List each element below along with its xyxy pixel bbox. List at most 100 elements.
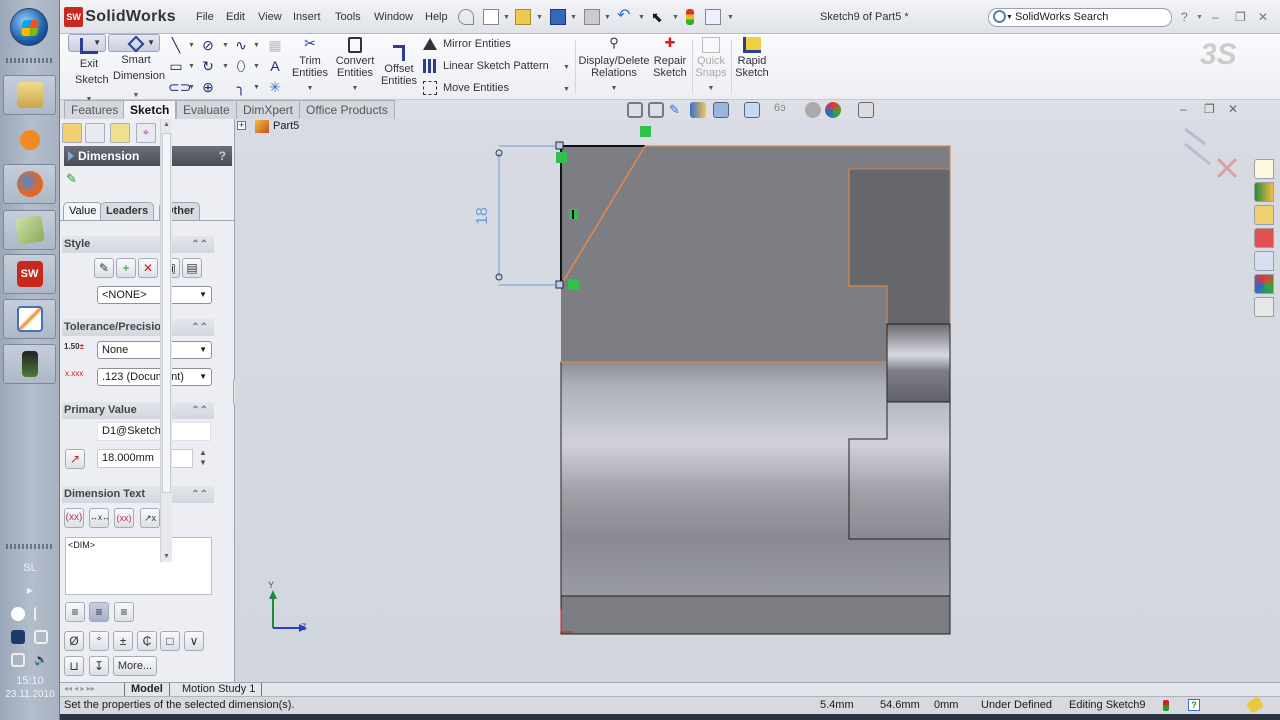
network-icon[interactable] — [11, 630, 25, 644]
offset-entities-button[interactable]: Offset Entities — [380, 34, 418, 98]
tolerance-section-header[interactable]: Tolerance/Precision ⌃⌃ — [62, 319, 214, 336]
polygon-tool-icon[interactable]: ⊕ — [200, 79, 216, 95]
pin-menu-icon[interactable] — [458, 9, 474, 25]
add-parentheses-icon[interactable]: (xx) — [64, 508, 84, 528]
scrollbar-thumb[interactable] — [162, 133, 171, 493]
help-button[interactable]: ? — [1181, 10, 1188, 24]
dimension-label[interactable]: 18 — [474, 207, 492, 225]
dimension-text-field[interactable]: <DIM> — [65, 537, 212, 595]
symbol-degree-button[interactable]: ° — [89, 631, 109, 651]
delete-style-icon[interactable]: ✕ — [138, 258, 158, 278]
symbol-depth-button[interactable]: ↧ — [89, 656, 109, 676]
dimension-name-field[interactable]: D1@Sketch9 — [97, 422, 211, 441]
options-icon[interactable] — [705, 9, 721, 25]
new-document-icon[interactable] — [483, 9, 499, 25]
quick-tips-icon[interactable]: ? — [1188, 699, 1200, 711]
zoom-to-area-icon[interactable] — [648, 102, 664, 118]
primary-value-section-header[interactable]: Primary Value ⌃⌃ — [62, 402, 214, 419]
view-orientation-icon[interactable] — [713, 102, 729, 118]
doc-minimize-button[interactable]: – — [1180, 102, 1187, 116]
trim-entities-button[interactable]: ✂ Trim Entities ▼ — [290, 34, 330, 98]
display-icon[interactable] — [11, 653, 25, 667]
task-pane-view-palette-tab[interactable] — [1254, 251, 1274, 271]
print-dropdown-icon[interactable]: ▼ — [604, 14, 611, 21]
tray-expand-icon[interactable]: ▶ — [0, 586, 60, 595]
task-pane-design-library-tab[interactable] — [1254, 205, 1274, 225]
tab-scroll-arrows[interactable]: ◂◂ ◂ ▸ ▸▸ — [64, 684, 95, 693]
point-tool-icon[interactable]: ✳ — [267, 79, 283, 95]
inspection-dimension-icon[interactable]: (xx) — [114, 508, 134, 528]
save-icon[interactable] — [550, 9, 566, 25]
panel-scrollbar[interactable]: ▲ ▼ — [160, 119, 172, 562]
minimize-button[interactable]: – — [1212, 10, 1219, 24]
taskbar-grip[interactable] — [6, 58, 54, 63]
volume-icon[interactable]: 🔊 — [34, 653, 48, 667]
sketch-grid-icon[interactable]: ▦ — [267, 37, 283, 53]
symbol-plus-minus-button[interactable]: ± — [113, 631, 133, 651]
reverse-direction-icon[interactable]: ↗ — [65, 449, 85, 469]
task-pane-custom-properties-tab[interactable] — [1254, 297, 1274, 317]
taskbar-app-notes[interactable] — [3, 210, 56, 250]
flag-icon[interactable] — [34, 607, 48, 621]
dimension-text-section-header[interactable]: Dimension Text ⌃⌃ — [62, 486, 214, 503]
symbol-centerline-button[interactable]: ₵ — [137, 631, 157, 651]
precision-select[interactable]: .123 (Document) — [97, 368, 212, 386]
options-dropdown-icon[interactable]: ▼ — [727, 14, 734, 21]
style-select[interactable]: <NONE> — [97, 286, 212, 304]
rebuild-status-icon[interactable] — [1163, 700, 1169, 711]
value-spinner[interactable]: ▲ ▼ — [199, 448, 207, 468]
panda-icon[interactable] — [11, 607, 25, 621]
clock-date[interactable]: 23.11.2010 — [0, 689, 60, 700]
align-left-button[interactable]: ≡ — [65, 602, 85, 622]
ok-checkmark-icon[interactable]: ✎ — [66, 171, 77, 187]
start-button[interactable] — [10, 8, 48, 46]
smart-dimension-button[interactable]: Smart Dimension ▼ — [108, 34, 165, 99]
doc-restore-button[interactable]: ❐ — [1204, 102, 1215, 116]
align-right-button[interactable]: ≡ — [114, 602, 134, 622]
tab-features[interactable]: Features — [64, 100, 126, 119]
tab-office-products[interactable]: Office Products — [299, 100, 395, 119]
apply-default-style-icon[interactable]: ✎ — [94, 258, 114, 278]
arc-tool-icon[interactable]: ↻ — [200, 58, 216, 74]
fillet-tool-icon[interactable]: ╮ — [233, 79, 249, 95]
repair-sketch-button[interactable]: ✚ Repair Sketch — [652, 34, 688, 98]
subtab-value[interactable]: Value — [63, 202, 103, 221]
symbol-countersink-button[interactable]: ∨ — [184, 631, 204, 651]
pattern-dropdown-icon[interactable]: ▼ — [563, 64, 570, 71]
load-style-icon[interactable]: ▤ — [182, 258, 202, 278]
help-icon[interactable]: ? — [219, 146, 226, 166]
edit-appearance-icon[interactable] — [805, 102, 821, 118]
menu-window[interactable]: Window — [374, 11, 413, 23]
view-settings-icon[interactable] — [858, 102, 874, 118]
select-dropdown-icon[interactable]: ▼ — [672, 14, 679, 21]
restore-button[interactable]: ❐ — [1235, 10, 1246, 24]
symbol-diameter-button[interactable]: Ø — [64, 631, 84, 651]
dimxpert-manager-tab[interactable]: ⌖ — [136, 123, 156, 143]
doc-close-button[interactable]: ✕ — [1228, 102, 1238, 116]
taskbar-app-firefox[interactable] — [3, 164, 56, 204]
offset-text-icon[interactable]: ↗x — [140, 508, 160, 528]
task-pane-home-tab[interactable] — [1254, 159, 1274, 179]
more-symbols-button[interactable]: More... — [113, 656, 157, 676]
menu-insert[interactable]: Insert — [293, 11, 321, 23]
align-center-button[interactable]: ≡ — [89, 602, 109, 622]
clock-time[interactable]: 15:10 — [0, 675, 60, 687]
style-section-header[interactable]: Style ⌃⌃ — [62, 236, 214, 253]
text-tool-icon[interactable]: A — [267, 58, 283, 74]
subtab-leaders[interactable]: Leaders — [100, 202, 155, 220]
circle-tool-icon[interactable]: ⊘ — [200, 37, 216, 53]
language-indicator[interactable]: SL — [0, 562, 60, 574]
tab-dimxpert[interactable]: DimXpert — [236, 100, 301, 119]
rebuild-icon[interactable] — [686, 9, 694, 25]
menu-file[interactable]: File — [196, 11, 214, 23]
tab-model[interactable]: Model — [124, 683, 170, 697]
task-pane-file-explorer-tab[interactable] — [1254, 228, 1274, 248]
quick-snaps-button[interactable]: Quick Snaps ▼ — [694, 34, 728, 98]
tab-evaluate[interactable]: Evaluate — [176, 100, 237, 119]
dimension-value-field[interactable]: 18.000mm — [97, 449, 193, 468]
select-icon[interactable]: ⬉ — [651, 9, 667, 25]
tolerance-type-select[interactable]: None — [97, 341, 212, 359]
display-style-icon[interactable] — [744, 102, 760, 118]
taskbar-app-explorer[interactable] — [3, 75, 56, 115]
taskbar-app-solidworks[interactable]: SW — [3, 254, 56, 294]
